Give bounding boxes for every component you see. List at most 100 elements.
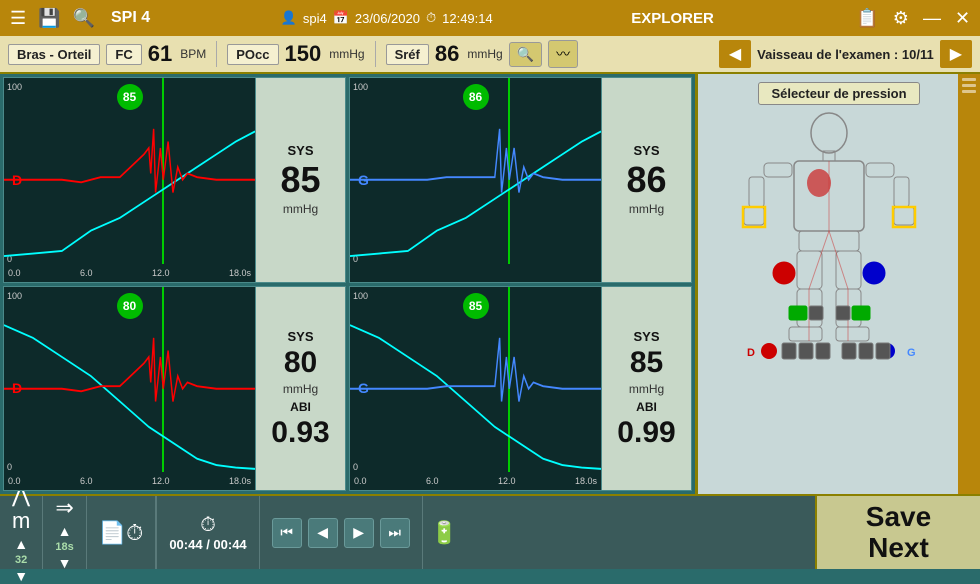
wave-svg-bottom-right [350, 287, 601, 491]
wave-svg-top-left [4, 78, 255, 282]
user-info: 👤 spi4 📅 23/06/2020 ⏱ 12:49:14 [281, 10, 493, 26]
wave-arrows: ▲ 32 ▼ [14, 536, 28, 584]
nav-info: ◀ Vaisseau de l'examen : 10/11 ▶ [719, 40, 972, 68]
stats-top-right: SYS 86 mmHg [601, 78, 691, 282]
pressure-selector-title: Sélecteur de pression [758, 82, 919, 105]
next-button[interactable]: ▶ [344, 518, 374, 548]
sys-val-br: 85 [630, 348, 663, 378]
menu-icon[interactable]: ☰ [6, 8, 30, 29]
pocc-unit: mmHg [329, 47, 364, 61]
x-axis-top-right [350, 264, 601, 282]
pocc-label: POcc [227, 44, 278, 65]
bottom-bar: ⋀m ▲ 32 ▼ ⇒ ▲ 18s ▼ 📄⏱ ⏱ 00:44 / 00:44 ⏮… [0, 494, 980, 569]
prev-button[interactable]: ◀ [308, 518, 338, 548]
prev-vessel-button[interactable]: ◀ [719, 40, 751, 68]
username: spi4 [303, 11, 327, 26]
up-arrow[interactable]: ▲ [14, 536, 28, 552]
report-button[interactable]: 📄⏱ [87, 496, 157, 569]
x-axis-top-left: 0.0 6.0 12.0 18.0s [4, 264, 255, 282]
sys-unit-tl: mmHg [283, 202, 318, 216]
vessel-nav-text: Vaisseau de l'examen : 10/11 [757, 47, 934, 62]
sys-val-tr: 86 [626, 162, 666, 198]
skip-forward-button[interactable]: ⏭ [380, 518, 410, 548]
stats-top-left: SYS 85 mmHg [255, 78, 345, 282]
wave-svg-top-right [350, 78, 601, 282]
location-label: Bras - Orteil [8, 44, 100, 65]
sys-val-bl: 80 [284, 348, 317, 378]
x-axis-bottom-left: 0.0 6.0 12.0 18.0s [4, 472, 255, 490]
wave-right-button[interactable]: ⇒ ▲ 18s ▼ [43, 496, 86, 569]
battery-icon: 🔋 [431, 520, 458, 546]
top-bar-right: 📋 ⚙ — ✕ [852, 8, 974, 29]
sys-label-tl: SYS [287, 143, 313, 158]
skip-back-button[interactable]: ⏮ [272, 518, 302, 548]
main-content: 100 0 D 85 0.0 6.0 12.0 18.0s [0, 74, 980, 494]
wave-right-arrows: ▲ 18s ▼ [55, 523, 73, 571]
timer-value: 00:44 / 00:44 [169, 537, 246, 552]
magnify-button[interactable]: 🔍 [509, 42, 542, 67]
scroll-line-3 [962, 90, 976, 93]
second-bar: Bras - Orteil FC 61 BPM POcc 150 mmHg Sr… [0, 36, 980, 74]
up-value: 32 [15, 554, 27, 566]
sys-label-bl: SYS [287, 329, 313, 344]
chart-graph-bottom-right: 100 0 G 85 0.0 6.0 12.0 18.0s [350, 287, 601, 491]
time: 12:49:14 [442, 11, 493, 26]
abi-val-bl: 0.93 [271, 418, 329, 448]
sys-val-tl: 85 [280, 162, 320, 198]
fc-value: 61 [148, 41, 172, 67]
explorer-label: EXPLORER [615, 10, 730, 27]
stats-bottom-right: SYS 85 mmHg ABI 0.99 [601, 287, 691, 491]
abi-label-br: ABI [636, 400, 657, 414]
edit-icon[interactable]: 📋 [852, 8, 882, 29]
sys-label-tr: SYS [633, 143, 659, 158]
battery-section: 🔋 [423, 496, 466, 569]
charts-area: 100 0 D 85 0.0 6.0 12.0 18.0s [0, 74, 695, 494]
chart-graph-top-left: 100 0 D 85 0.0 6.0 12.0 18.0s [4, 78, 255, 282]
sref-label: Sréf [386, 44, 429, 65]
next-vessel-button[interactable]: ▶ [940, 40, 972, 68]
stats-bottom-left: SYS 80 mmHg ABI 0.93 [255, 287, 345, 491]
save-icon[interactable]: 💾 [34, 8, 64, 29]
settings-icon[interactable]: ⚙ [889, 8, 913, 29]
user-icon: 👤 [281, 10, 297, 26]
calendar-icon: 📅 [333, 10, 349, 26]
scroll-line-1 [962, 78, 976, 81]
wave-svg-bottom-left [4, 287, 255, 491]
down-arrow[interactable]: ▼ [14, 568, 28, 584]
chart-top-right: 100 0 G 86 SYS [349, 77, 692, 283]
fc-label: FC [106, 44, 141, 65]
right-panel: Sélecteur de pression [695, 74, 980, 494]
save-next-button[interactable]: SaveNext [815, 496, 980, 569]
sref-value: 86 [435, 41, 459, 67]
scroll-line-2 [962, 84, 976, 87]
abi-label-bl: ABI [290, 400, 311, 414]
app-title: SPI 4 [111, 9, 150, 27]
sys-unit-br: mmHg [629, 382, 664, 396]
up-arrow-2[interactable]: ▲ [58, 523, 72, 539]
fc-unit: BPM [180, 47, 206, 61]
body-diagram: D G [729, 111, 949, 421]
svg-text:D: D [747, 347, 755, 359]
timer-section: ⏱ 00:44 / 00:44 [156, 496, 259, 569]
chart-graph-top-right: 100 0 G 86 [350, 78, 601, 282]
chart-bottom-left: 100 0 D 80 0.0 6.0 12.0 18.0s [3, 286, 346, 492]
close-icon[interactable]: ✕ [951, 8, 974, 29]
playback-controls: ⏮ ◀ ▶ ⏭ [260, 496, 423, 569]
chart-top-left: 100 0 D 85 0.0 6.0 12.0 18.0s [3, 77, 346, 283]
pocc-value: 150 [285, 41, 322, 67]
save-next-label: SaveNext [866, 502, 931, 564]
top-bar: ☰ 💾 🔍 SPI 4 👤 spi4 📅 23/06/2020 ⏱ 12:49:… [0, 0, 980, 36]
scroll-tab[interactable] [958, 74, 980, 494]
chart-bottom-right: 100 0 G 85 0.0 6.0 12.0 18.0s [349, 286, 692, 492]
wave-button[interactable]: 〰 [548, 40, 578, 68]
minimize-icon[interactable]: — [919, 8, 945, 29]
down-arrow-2[interactable]: ▼ [58, 555, 72, 571]
body-svg: D G [729, 111, 929, 411]
sref-unit: mmHg [467, 47, 502, 61]
chart-graph-bottom-left: 100 0 D 80 0.0 6.0 12.0 18.0s [4, 287, 255, 491]
search-icon[interactable]: 🔍 [69, 8, 99, 29]
date: 23/06/2020 [355, 11, 420, 26]
wave-up-button[interactable]: ⋀m ▲ 32 ▼ [0, 496, 43, 569]
svg-text:G: G [907, 347, 916, 359]
report-icon: 📄⏱ [99, 520, 144, 546]
